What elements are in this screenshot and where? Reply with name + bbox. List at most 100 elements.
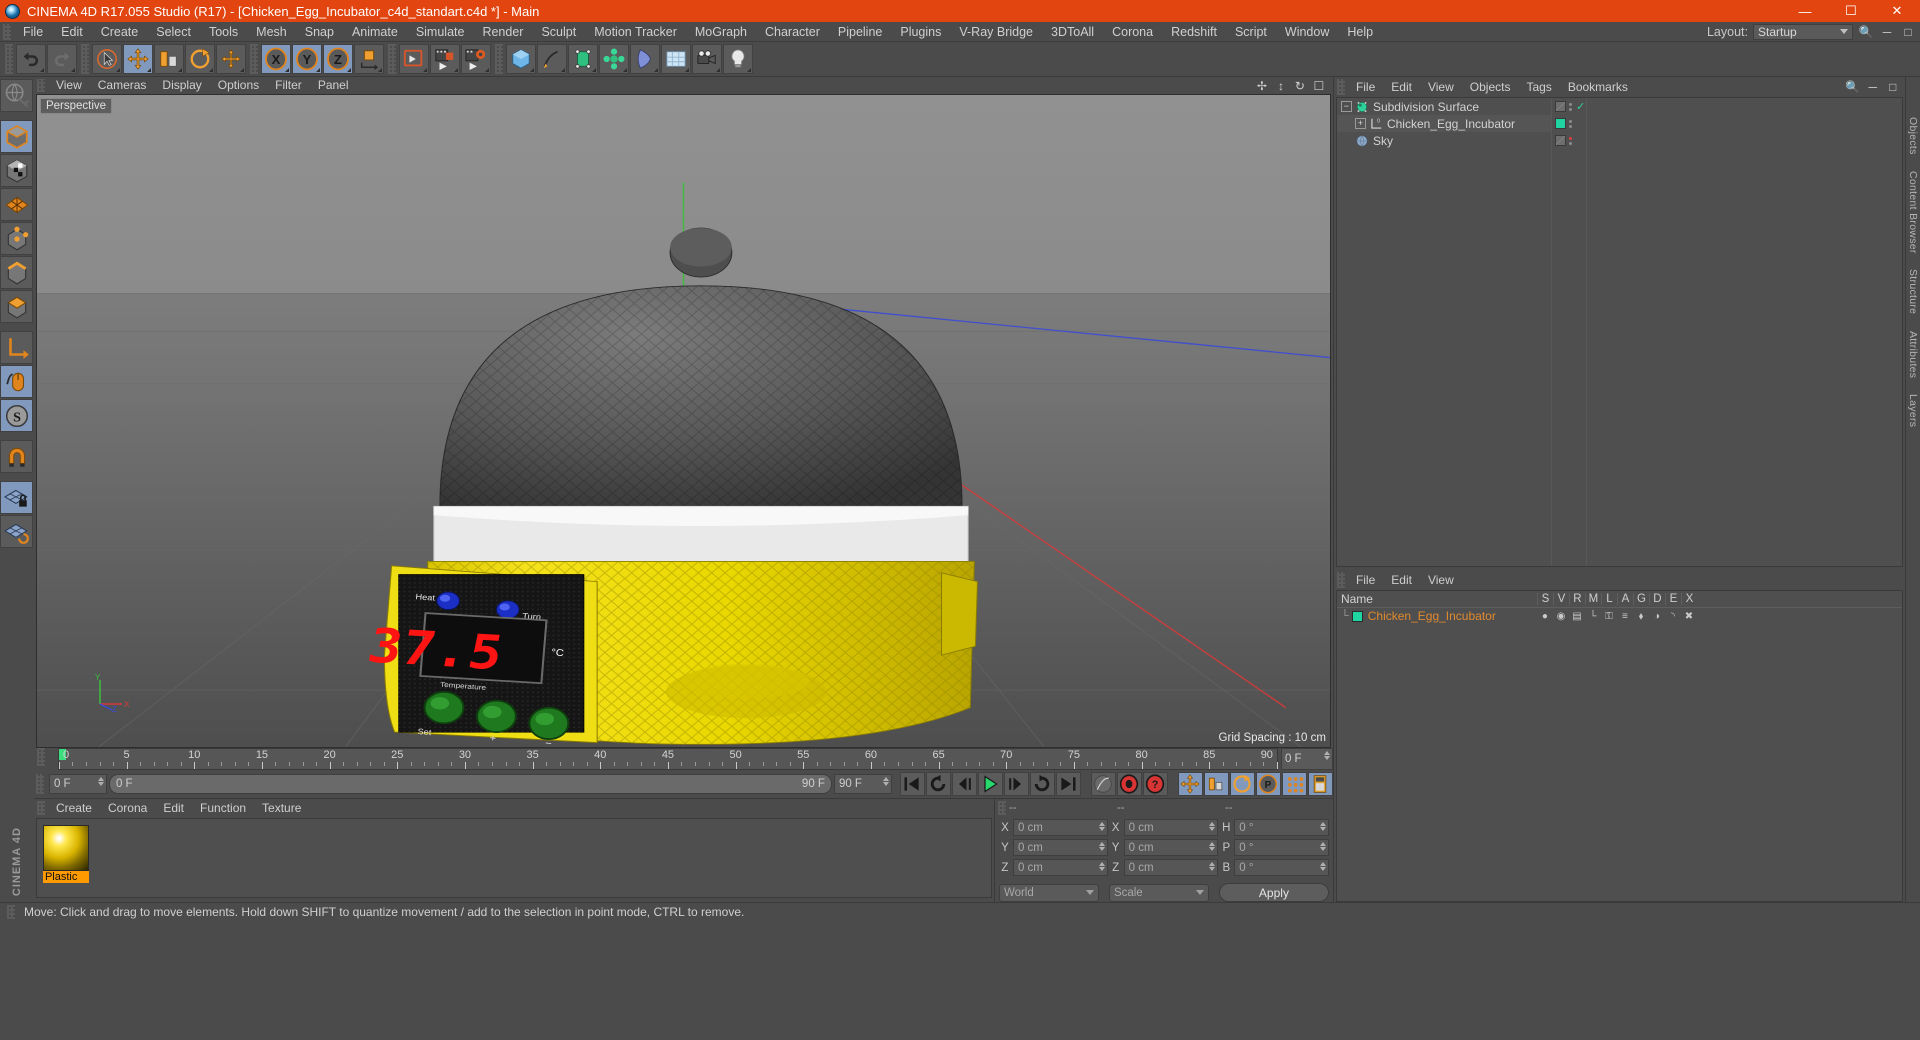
layer-column-r[interactable]: R	[1568, 593, 1585, 605]
menu-item-redshift[interactable]: Redshift	[1162, 22, 1226, 42]
scale-tool-button[interactable]	[154, 44, 184, 74]
layer-column-v[interactable]: V	[1552, 593, 1569, 605]
object-menu-bookmarks[interactable]: Bookmarks	[1560, 77, 1636, 97]
rotation-key-button[interactable]	[1229, 772, 1255, 796]
keyframe-mode-button[interactable]	[1307, 772, 1333, 796]
layer-toggle-l[interactable]: ⚿	[1601, 611, 1617, 622]
layer-toggle-x[interactable]: ✖	[1681, 611, 1697, 622]
material-menu-function[interactable]: Function	[192, 799, 254, 817]
rotate-tool-button[interactable]	[185, 44, 215, 74]
layer-column-name[interactable]: Name	[1337, 592, 1537, 606]
layer-toggle-v[interactable]: ◉	[1553, 611, 1569, 622]
stepper-icon[interactable]	[1323, 751, 1330, 760]
material-name[interactable]: Plastic	[42, 871, 89, 883]
model-mode-button[interactable]	[0, 120, 34, 153]
right-tab-objects[interactable]: Objects	[1907, 117, 1919, 155]
keyframe-selection-button[interactable]: ?	[1142, 772, 1168, 796]
lock-z-button[interactable]: Z	[323, 44, 353, 74]
close-button[interactable]: ✕	[1874, 0, 1920, 22]
layer-color-swatch[interactable]	[1351, 610, 1363, 622]
add-camera-button[interactable]	[692, 44, 722, 74]
go-to-end-button[interactable]	[1055, 772, 1081, 796]
axis-modify-button[interactable]	[0, 331, 34, 364]
layer-column-m[interactable]: M	[1584, 593, 1601, 605]
layer-toggle-g[interactable]: ⬧	[1633, 611, 1649, 622]
object-tag-column[interactable]: ✓	[1552, 98, 1587, 566]
viewport-drag-grip[interactable]	[36, 79, 45, 92]
move-alt-button[interactable]	[216, 44, 246, 74]
coordinate-system-dropdown[interactable]: World	[998, 883, 1099, 902]
add-cube-button[interactable]	[506, 44, 536, 74]
object-tree-rows[interactable]: − Subdivision Surface +0 Chicken_Egg_Incuba…	[1336, 98, 1552, 566]
texture-mode-button[interactable]	[0, 154, 34, 187]
viewport-menu-display[interactable]: Display	[154, 77, 209, 94]
layer-table-rows[interactable]: └ Chicken_Egg_Incubator ● ◉ ▤ └ ⚿ ≡ ⬧ ◑ ◝ ✖	[1337, 608, 1902, 624]
rotation-p-field[interactable]: 0 °	[1234, 839, 1329, 856]
right-tab-attributes[interactable]: Attributes	[1907, 331, 1919, 378]
layer-toggle-d[interactable]: ◑	[1649, 611, 1665, 622]
maximize-button[interactable]: ☐	[1828, 0, 1874, 22]
layer-column-s[interactable]: S	[1536, 593, 1553, 605]
visibility-dots-icon[interactable]	[1568, 136, 1572, 145]
minimize-panel-icon[interactable]: ─	[1879, 24, 1895, 40]
search-icon[interactable]: 🔍	[1845, 79, 1861, 95]
status-bar-grip[interactable]	[7, 904, 15, 919]
workplane-button[interactable]: S	[0, 399, 34, 432]
stepper-icon[interactable]	[882, 777, 889, 786]
layer-table[interactable]: Name S V R M L A G D E X └ Chicken_Egg_Incubator ● ◉ ▤…	[1335, 590, 1903, 902]
position-key-button[interactable]	[1177, 772, 1203, 796]
redo-button[interactable]	[47, 44, 77, 74]
add-light-button[interactable]	[723, 44, 753, 74]
menu-item-pipeline[interactable]: Pipeline	[829, 22, 891, 42]
material-chip[interactable]: Plastic	[42, 825, 89, 891]
object-menu-tags[interactable]: Tags	[1518, 77, 1559, 97]
toolbar-group-grip[interactable]	[250, 44, 258, 74]
material-preview-sphere[interactable]	[42, 825, 89, 871]
layer-menu-file[interactable]: File	[1348, 570, 1383, 590]
layer-toggle-m[interactable]: └	[1585, 611, 1601, 622]
stepper-icon[interactable]	[1319, 842, 1326, 851]
size-y-field[interactable]: 0 cm	[1123, 839, 1219, 856]
maximize-view-icon[interactable]: ☐	[1311, 78, 1327, 94]
rotate-view-icon[interactable]: ↻	[1292, 78, 1308, 94]
material-manager-grip[interactable]	[36, 801, 45, 815]
layer-row[interactable]: └ Chicken_Egg_Incubator ● ◉ ▤ └ ⚿ ≡ ⬧ ◑ ◝ ✖	[1337, 608, 1902, 624]
autokeying-button[interactable]	[1090, 772, 1116, 796]
visibility-dots-icon[interactable]	[1568, 102, 1572, 111]
point-mode-button[interactable]	[0, 222, 34, 255]
stepper-icon[interactable]	[1319, 862, 1326, 871]
move-tool-button[interactable]	[123, 44, 153, 74]
coordinates-grip[interactable]	[997, 801, 1006, 815]
object-tag-row[interactable]	[1552, 115, 1586, 132]
start-frame-field[interactable]: 0 F	[48, 774, 107, 794]
layer-column-l[interactable]: L	[1600, 593, 1617, 605]
undo-button[interactable]	[16, 44, 46, 74]
lock-x-button[interactable]: X	[261, 44, 291, 74]
size-x-field[interactable]: 0 cm	[1123, 819, 1219, 836]
menu-item-motion-tracker[interactable]: Motion Tracker	[585, 22, 686, 42]
menu-item-character[interactable]: Character	[756, 22, 829, 42]
viewport-menu-filter[interactable]: Filter	[267, 77, 310, 94]
stepper-icon[interactable]	[1098, 822, 1105, 831]
menu-item-tools[interactable]: Tools	[200, 22, 247, 42]
menu-drag-grip[interactable]	[3, 23, 11, 40]
object-menu-objects[interactable]: Objects	[1462, 77, 1519, 97]
viewport-menu-options[interactable]: Options	[210, 77, 267, 94]
render-view-button[interactable]	[399, 44, 429, 74]
right-tab-structure[interactable]: Structure	[1907, 269, 1919, 314]
add-array-button[interactable]	[599, 44, 629, 74]
material-menu-create[interactable]: Create	[48, 799, 100, 817]
play-backwards-button[interactable]	[925, 772, 951, 796]
previous-frame-button[interactable]	[951, 772, 977, 796]
add-nurbs-button[interactable]	[568, 44, 598, 74]
timeline-range-slider[interactable]: 0 F 90 F	[108, 774, 832, 794]
material-list[interactable]: Plastic	[35, 818, 992, 898]
add-deformer-button[interactable]	[630, 44, 660, 74]
search-icon[interactable]: 🔍	[1858, 24, 1874, 40]
menu-item-mesh[interactable]: Mesh	[247, 22, 296, 42]
toolbar-group-grip[interactable]	[495, 44, 503, 74]
menu-item-window[interactable]: Window	[1276, 22, 1338, 42]
layout-dropdown[interactable]: Startup	[1753, 23, 1853, 40]
material-menu-texture[interactable]: Texture	[254, 799, 309, 817]
lock-workplane-button[interactable]	[0, 481, 34, 514]
